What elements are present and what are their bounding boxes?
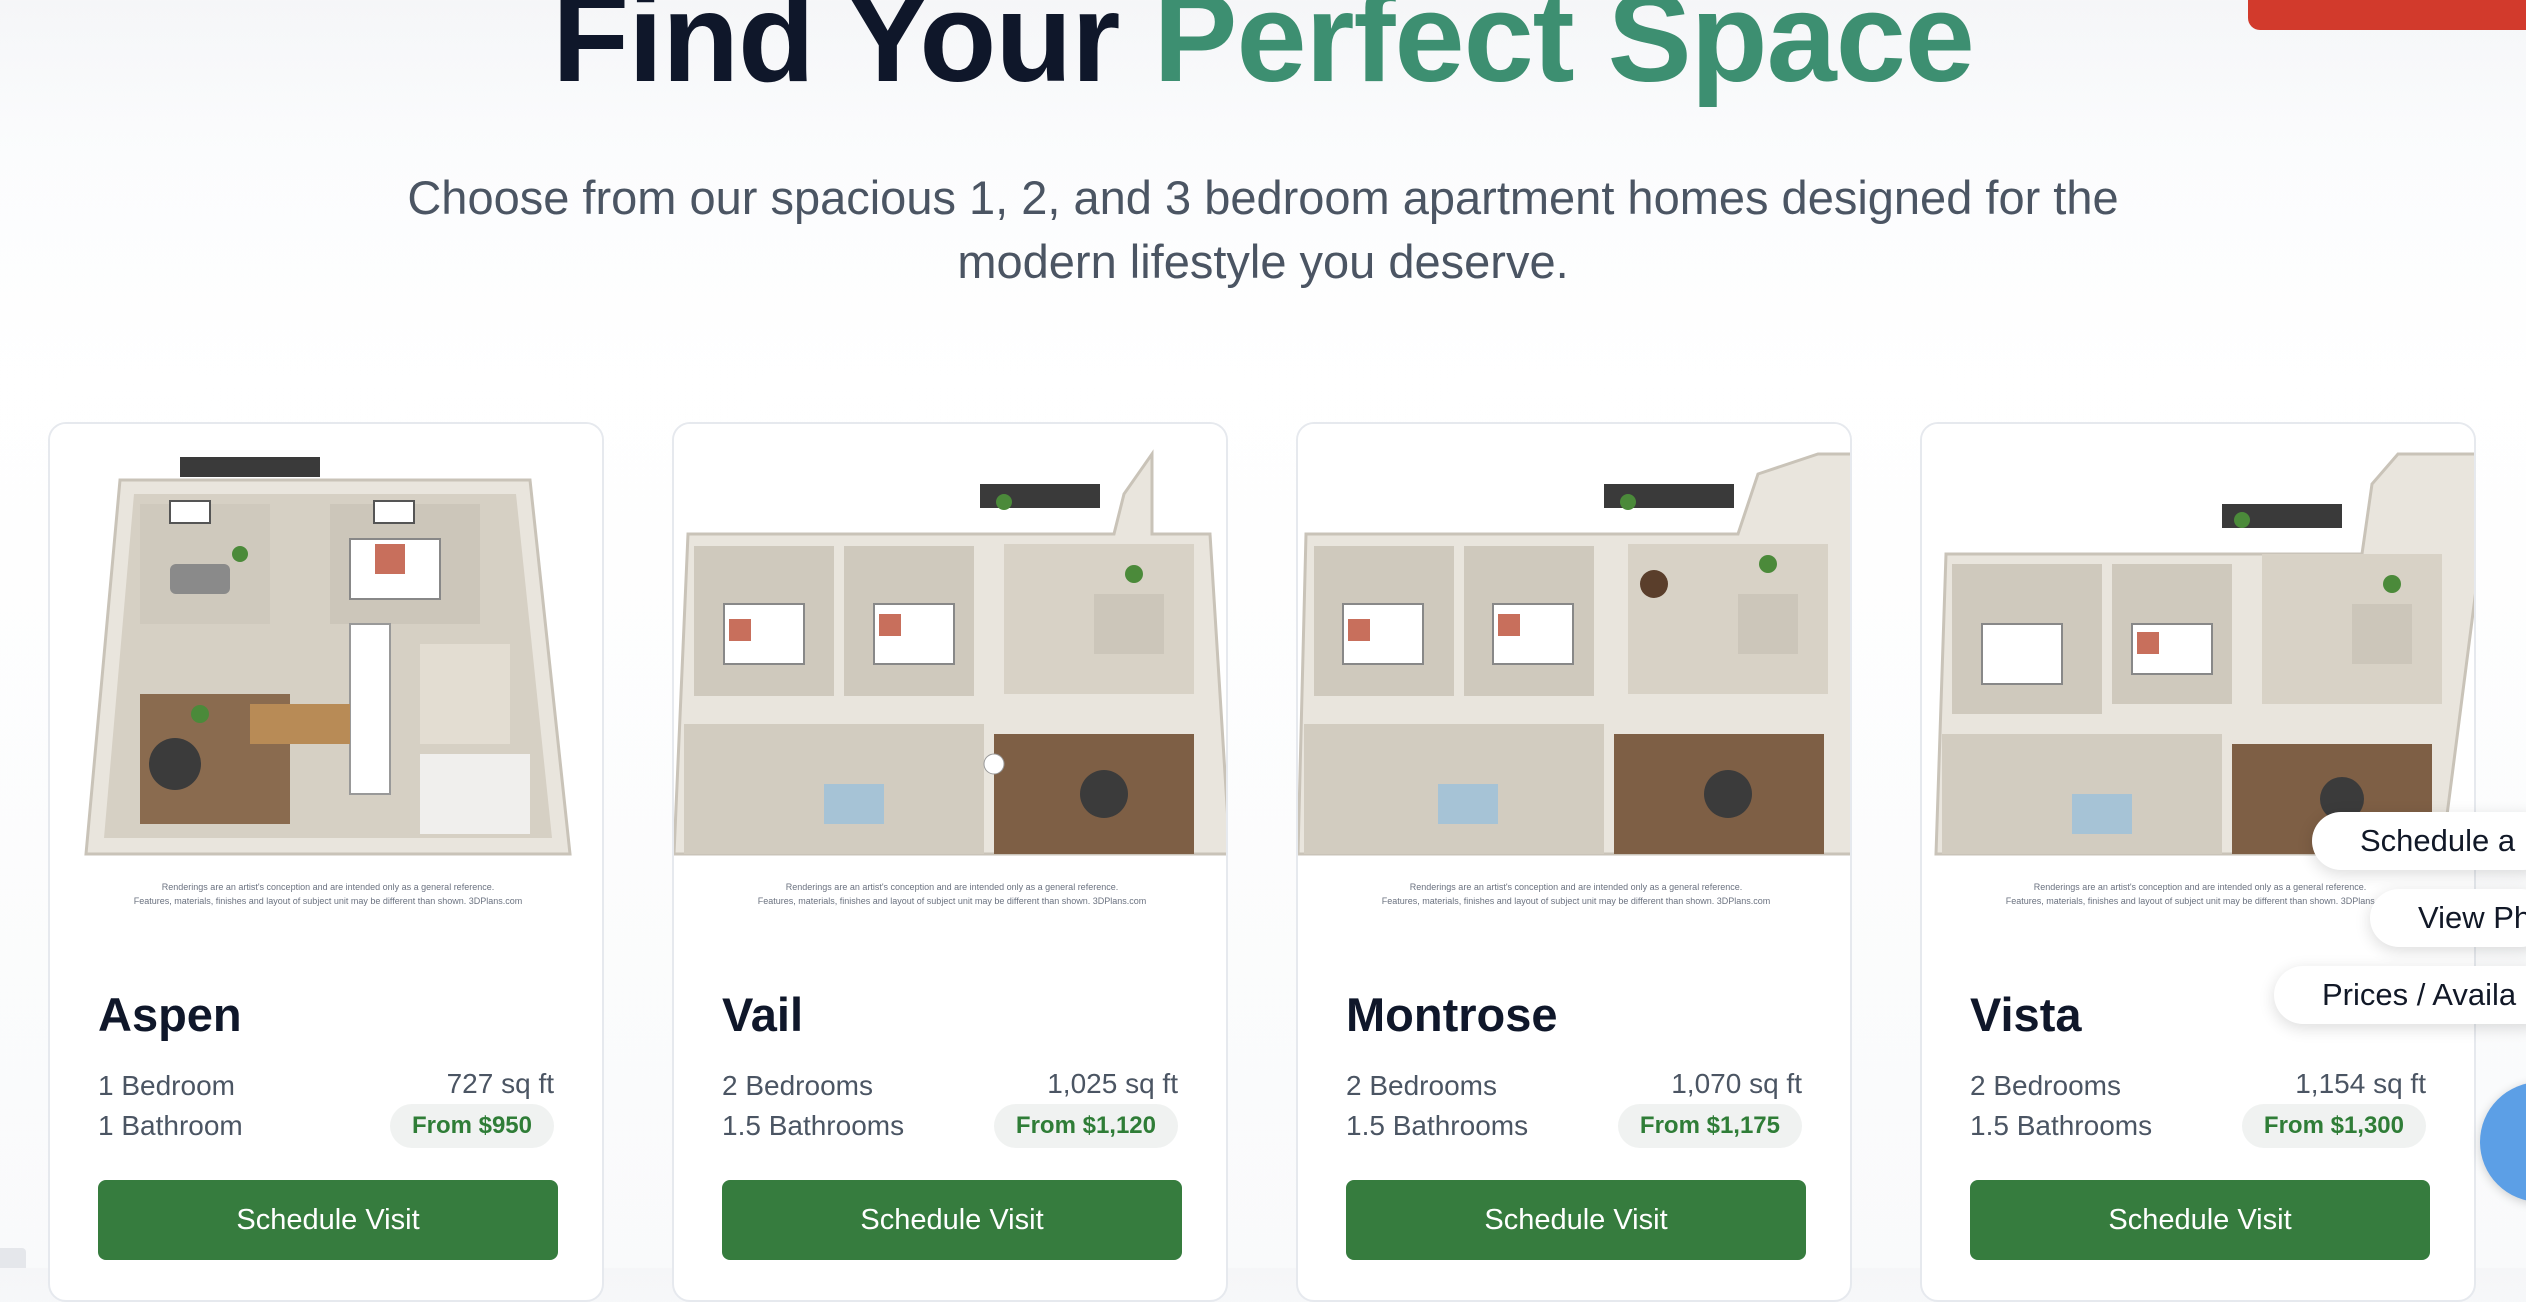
disclaimer-line-1: Renderings are an artist's conception an…	[1409, 882, 1743, 892]
corner-tab[interactable]	[0, 1248, 26, 1268]
square-footage: 1,154 sq ft	[2295, 1068, 2426, 1099]
floating-schedule-tour-button[interactable]: Schedule a	[2312, 812, 2526, 870]
image-disclaimer: Renderings are an artist's conception an…	[1318, 880, 1834, 908]
schedule-visit-button[interactable]: Schedule Visit	[98, 1180, 558, 1260]
bathroom-count: 1 Bathroom	[98, 1110, 243, 1141]
title-accent: Perfect Space	[1153, 0, 1974, 108]
bathroom-count: 1.5 Bathrooms	[722, 1110, 905, 1141]
floorplan-name: Aspen	[98, 988, 242, 1041]
floorplan-image[interactable]: Renderings are an artist's conception an…	[50, 424, 602, 924]
square-footage: 727 sq ft	[446, 1068, 554, 1099]
price-badge: From $950	[389, 1104, 554, 1148]
floorplan-name: Vail	[722, 988, 804, 1041]
floorplan-card: Renderings are an artist's conception an…	[48, 422, 604, 1302]
floating-view-photos-button[interactable]: View Ph	[2370, 889, 2526, 947]
bathroom-count: 1.5 Bathrooms	[1970, 1110, 2153, 1141]
square-footage: 1,070 sq ft	[1671, 1068, 1802, 1099]
disclaimer-line-2: Features, materials, finishes and layout…	[133, 896, 523, 906]
disclaimer-line-1: Renderings are an artist's conception an…	[785, 882, 1119, 892]
bedroom-count: 2 Bedrooms	[1970, 1070, 2121, 1101]
floorplan-image[interactable]: Renderings are an artist's conception an…	[1298, 424, 1850, 924]
title-main: Find Your	[552, 0, 1154, 108]
disclaimer-line-1: Renderings are an artist's conception an…	[161, 882, 495, 892]
page-subtitle: Choose from our spacious 1, 2, and 3 bed…	[407, 171, 2119, 288]
floorplan-card: Renderings are an artist's conception an…	[672, 422, 1228, 1302]
top-right-banner[interactable]	[2248, 0, 2526, 30]
page-title: Find Your Perfect Space	[0, 0, 2526, 113]
floorplan-image[interactable]: Renderings are an artist's conception an…	[674, 424, 1226, 924]
disclaimer-line-1: Renderings are an artist's conception an…	[2033, 882, 2367, 892]
price-badge: From $1,300	[2241, 1104, 2426, 1148]
image-disclaimer: Renderings are an artist's conception an…	[694, 880, 1210, 908]
floorplan-card: Renderings are an artist's conception an…	[1296, 422, 1852, 1302]
floorplan-name: Montrose	[1346, 988, 1558, 1041]
bedroom-count: 1 Bedroom	[98, 1070, 235, 1101]
price-badge: From $1,120	[993, 1104, 1178, 1148]
schedule-visit-button[interactable]: Schedule Visit	[1346, 1180, 1806, 1260]
square-footage: 1,025 sq ft	[1047, 1068, 1178, 1099]
floating-prices-availability-button[interactable]: Prices / Availa	[2274, 966, 2526, 1024]
disclaimer-line-2: Features, materials, finishes and layout…	[1381, 896, 1771, 906]
floorplan-card-list: Renderings are an artist's conception an…	[48, 422, 2478, 1302]
bedroom-count: 2 Bedrooms	[1346, 1070, 1497, 1101]
bathroom-count: 1.5 Bathrooms	[1346, 1110, 1529, 1141]
floorplan-name: Vista	[1970, 988, 2082, 1041]
bedroom-count: 2 Bedrooms	[722, 1070, 873, 1101]
schedule-visit-button[interactable]: Schedule Visit	[1970, 1180, 2430, 1260]
price-badge: From $1,175	[1617, 1104, 1802, 1148]
image-disclaimer: Renderings are an artist's conception an…	[70, 880, 586, 908]
schedule-visit-button[interactable]: Schedule Visit	[722, 1180, 1182, 1260]
chat-icon[interactable]	[2480, 1082, 2526, 1202]
disclaimer-line-2: Features, materials, finishes and layout…	[757, 896, 1147, 906]
